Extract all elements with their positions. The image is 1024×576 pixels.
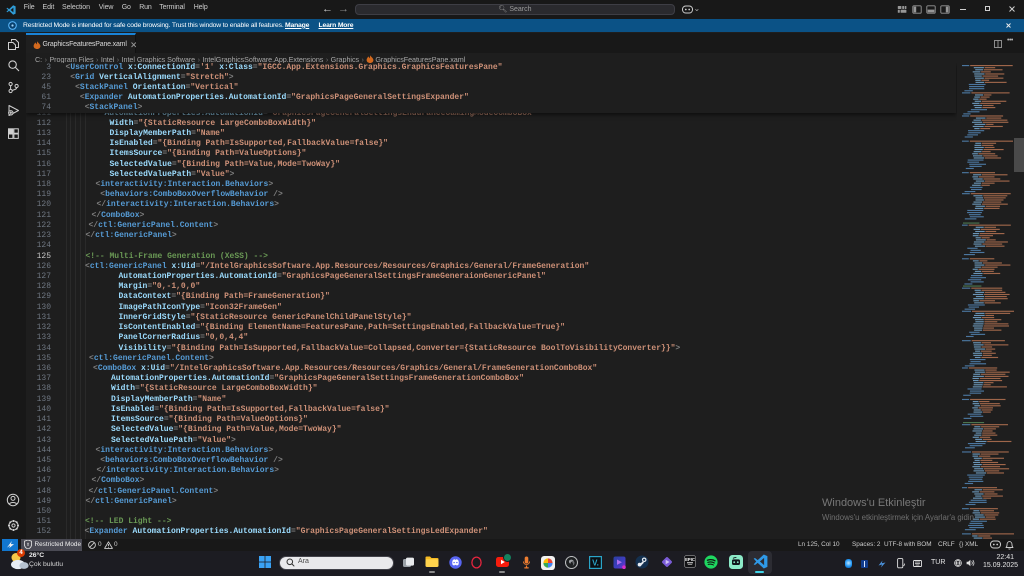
svg-text:V.: V. [592,558,599,567]
svg-text:EPIC: EPIC [685,557,695,562]
